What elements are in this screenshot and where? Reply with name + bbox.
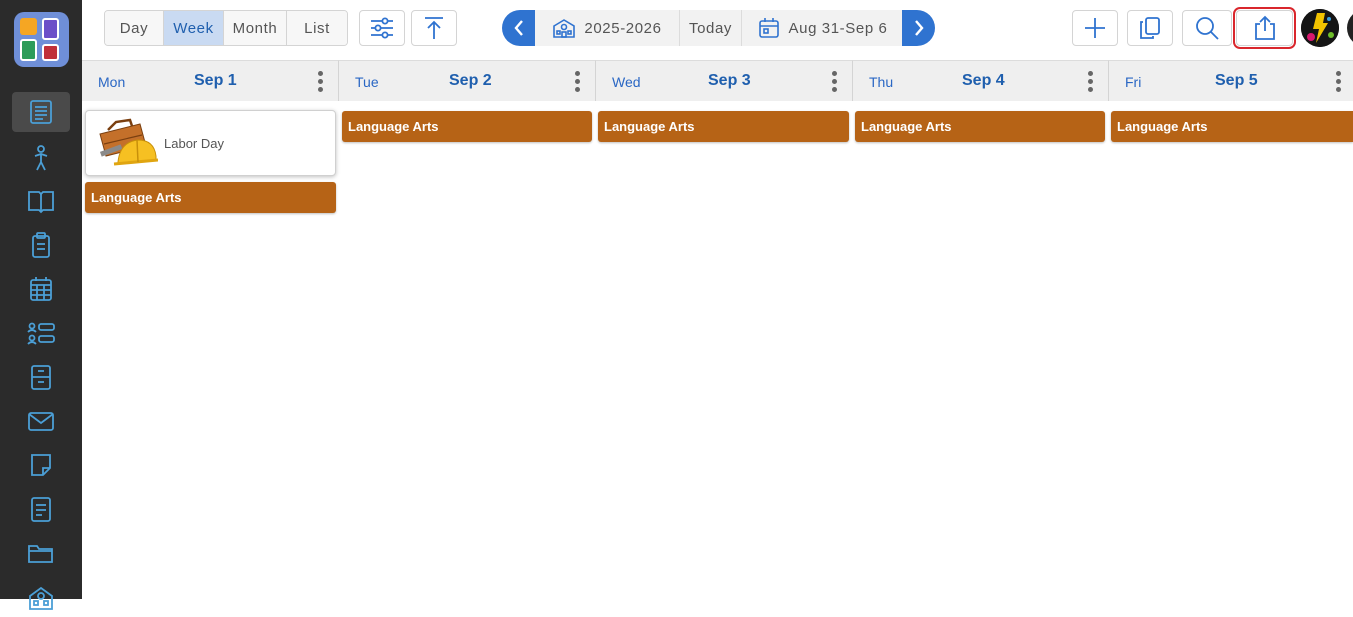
avatar[interactable] — [1301, 9, 1339, 47]
scroll-top-button[interactable] — [411, 10, 457, 46]
export-button[interactable] — [1233, 7, 1296, 49]
holiday-card[interactable]: Labor Day — [85, 110, 336, 176]
date-range-label: Aug 31-Sep 6 — [788, 19, 888, 37]
avatar-image — [1301, 9, 1339, 47]
clipboard-icon — [32, 232, 50, 258]
folder-icon — [28, 545, 53, 563]
sidebar-item-students[interactable] — [12, 138, 70, 178]
text-file-icon — [31, 497, 51, 522]
add-button[interactable] — [1072, 10, 1118, 46]
sidebar-item-records[interactable] — [12, 357, 70, 397]
school-icon — [553, 19, 576, 38]
event-thu[interactable]: Language Arts — [855, 111, 1105, 142]
more-options-icon[interactable] — [1335, 70, 1341, 94]
more-options-icon[interactable] — [317, 70, 323, 94]
toolbar: Day Week Month List 2025-2026 Today Aug … — [82, 0, 1353, 60]
day-header-thu: Thu Sep 4 — [853, 60, 1109, 101]
day-date[interactable]: Sep 2 — [449, 72, 492, 90]
event-wed[interactable]: Language Arts — [598, 111, 849, 142]
today-button[interactable]: Today — [680, 10, 742, 46]
more-options-icon[interactable] — [1087, 70, 1093, 94]
sidebar-item-school[interactable] — [12, 577, 70, 617]
day-of-week: Wed — [612, 74, 641, 90]
toolbox-hardhat-icon — [99, 118, 158, 166]
copy-icon — [1140, 17, 1160, 39]
day-header-fri: Fri Sep 5 — [1109, 60, 1353, 101]
previous-week-button[interactable] — [502, 10, 535, 46]
view-month-button[interactable]: Month — [224, 11, 287, 45]
day-date[interactable]: Sep 4 — [962, 72, 1005, 90]
more-options-icon[interactable] — [574, 70, 580, 94]
sliders-icon — [371, 17, 393, 39]
sidebar-item-lessons[interactable] — [12, 92, 70, 132]
roster-icon — [27, 322, 55, 345]
day-of-week: Tue — [355, 74, 379, 90]
date-navigation: 2025-2026 Today Aug 31-Sep 6 — [502, 10, 935, 46]
cabinet-icon — [31, 365, 51, 390]
day-of-week: Thu — [869, 74, 894, 90]
day-date[interactable]: Sep 1 — [194, 72, 237, 90]
next-week-button[interactable] — [902, 10, 935, 46]
view-week-button[interactable]: Week — [164, 11, 224, 45]
day-header-tue: Tue Sep 2 — [339, 60, 596, 101]
event-tue[interactable]: Language Arts — [342, 111, 592, 142]
view-list-button[interactable]: List — [287, 11, 347, 45]
plus-icon — [1085, 18, 1105, 38]
chevron-right-icon — [914, 20, 924, 36]
sidebar-item-calendar[interactable] — [12, 269, 70, 309]
holiday-label: Labor Day — [164, 136, 224, 151]
school-icon — [29, 586, 53, 610]
sidebar-item-reports[interactable] — [12, 489, 70, 529]
filter-settings-button[interactable] — [359, 10, 405, 46]
day-header-mon: Mon Sep 1 — [82, 60, 339, 101]
sidebar-item-messages[interactable] — [12, 401, 70, 441]
person-icon — [34, 145, 48, 171]
secondary-avatar[interactable] — [1347, 9, 1353, 47]
event-mon[interactable]: Language Arts — [85, 182, 336, 213]
share-export-icon — [1254, 15, 1275, 40]
day-date[interactable]: Sep 3 — [708, 72, 751, 90]
calendar-grid-icon — [30, 277, 52, 301]
school-year-selector[interactable]: 2025-2026 — [535, 10, 680, 46]
sidebar-item-notes[interactable] — [12, 445, 70, 485]
document-icon — [30, 100, 52, 124]
sidebar-item-assignments[interactable] — [12, 225, 70, 265]
date-range-picker[interactable]: Aug 31-Sep 6 — [742, 10, 902, 46]
mail-icon — [28, 412, 54, 431]
sidebar-item-files[interactable] — [12, 533, 70, 573]
view-day-button[interactable]: Day — [105, 11, 164, 45]
school-year-label: 2025-2026 — [584, 19, 662, 37]
sidebar — [0, 0, 82, 610]
sidebar-item-roster[interactable] — [12, 313, 70, 353]
chevron-left-icon — [513, 20, 523, 36]
day-date[interactable]: Sep 5 — [1215, 72, 1258, 90]
week-grid: Mon Sep 1 Tue Sep 2 Wed Sep 3 Thu Sep 4 … — [82, 60, 1353, 599]
sticky-note-icon — [31, 454, 51, 476]
sidebar-item-curriculum[interactable] — [12, 181, 70, 221]
day-of-week: Mon — [98, 74, 126, 90]
day-header-wed: Wed Sep 3 — [596, 60, 853, 101]
app-logo[interactable] — [14, 12, 69, 67]
event-fri[interactable]: Language Arts — [1111, 111, 1353, 142]
more-options-icon[interactable] — [831, 70, 837, 94]
view-switcher: Day Week Month List — [104, 10, 348, 46]
arrow-up-to-line-icon — [425, 17, 443, 39]
calendar-icon — [758, 18, 779, 38]
book-icon — [28, 191, 54, 214]
search-button[interactable] — [1182, 10, 1232, 46]
copy-button[interactable] — [1127, 10, 1173, 46]
day-of-week: Fri — [1125, 74, 1142, 90]
search-icon — [1196, 17, 1219, 40]
